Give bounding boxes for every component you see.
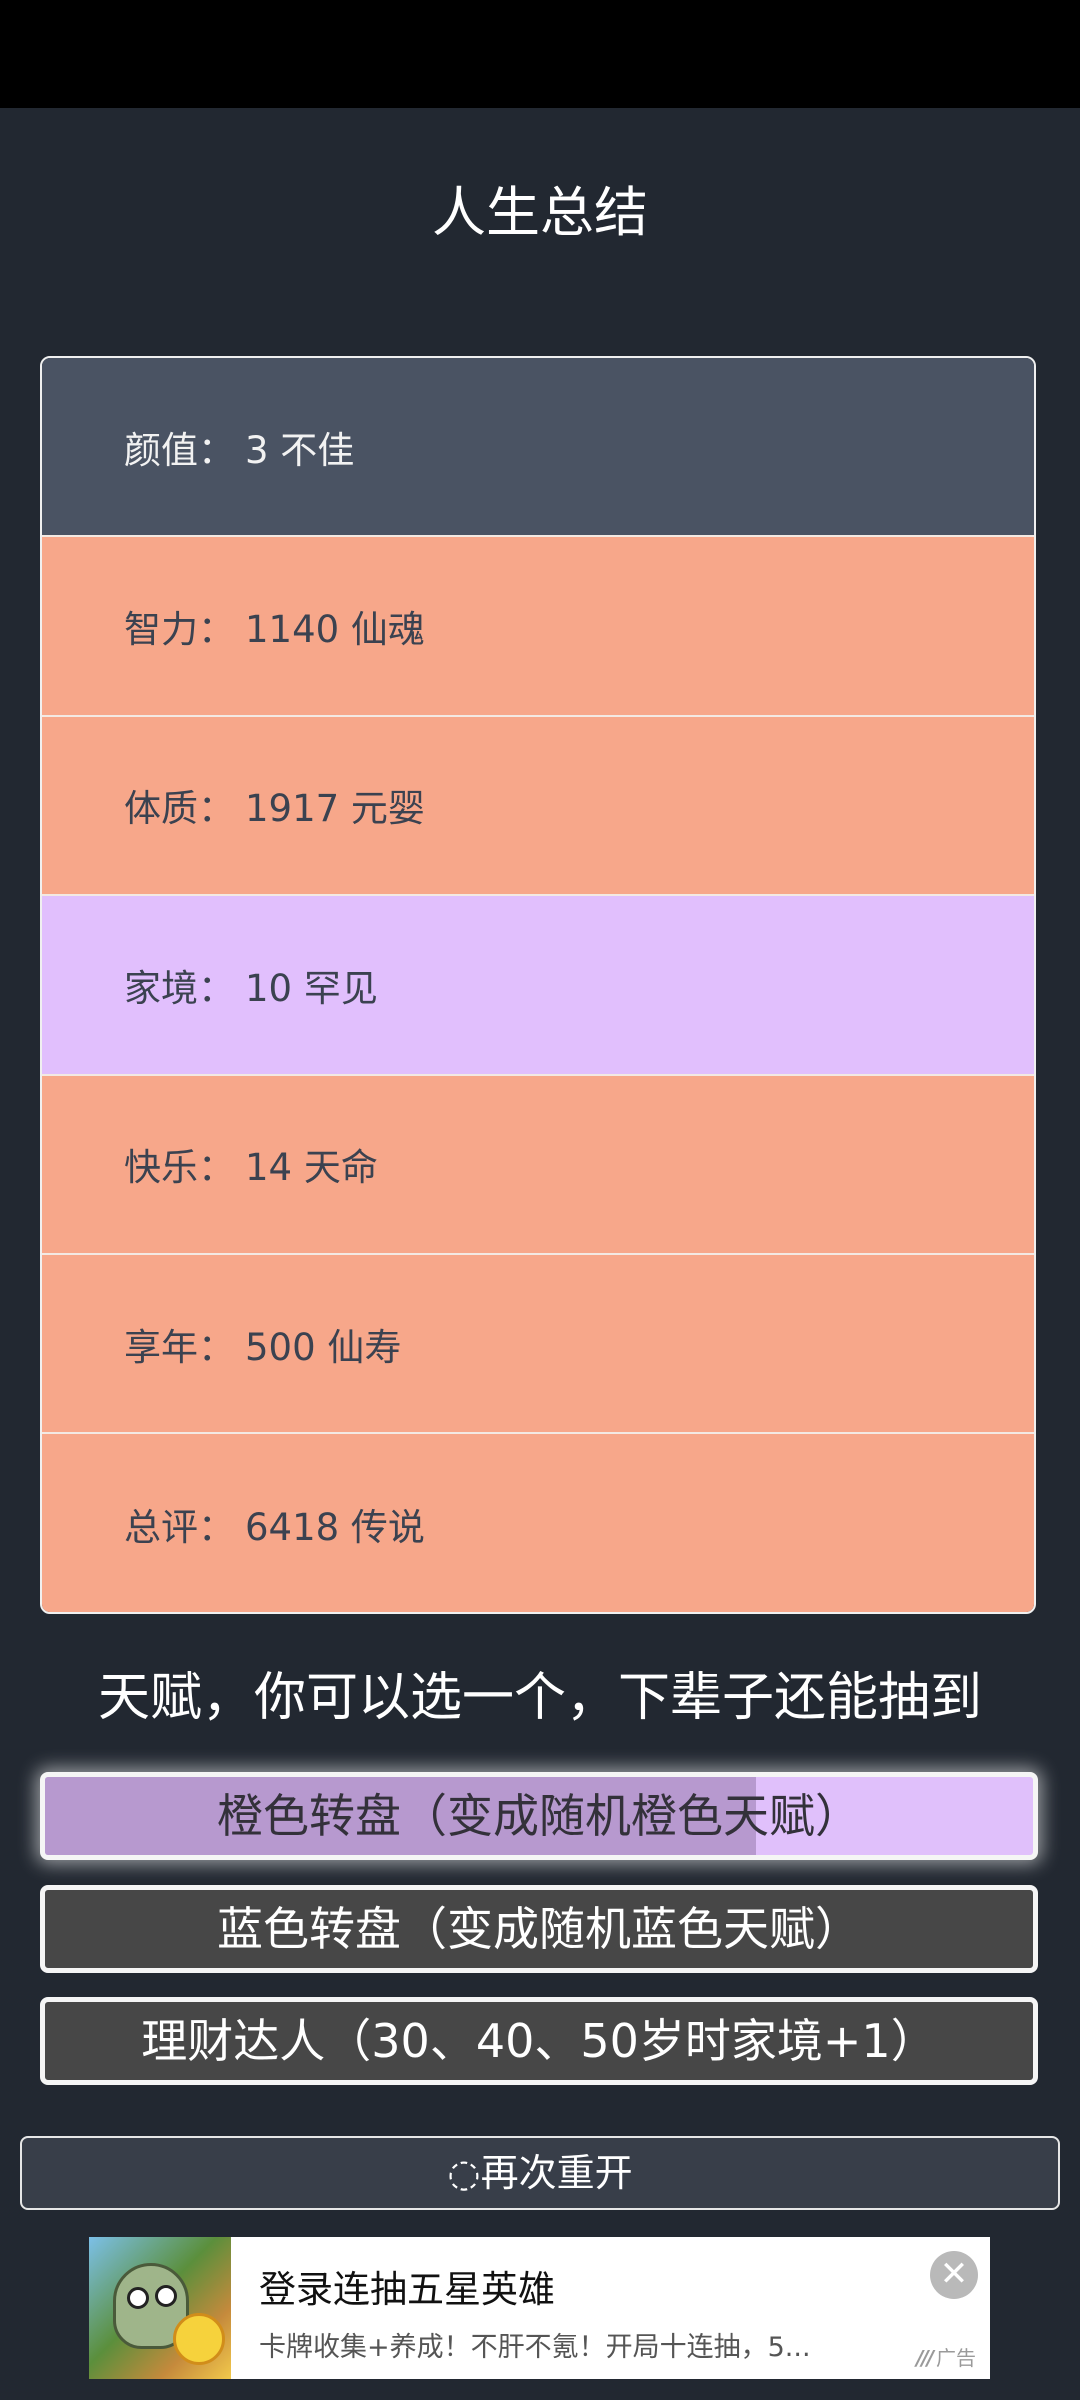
summary-value: 500 仙寿	[245, 1325, 402, 1369]
talent-label: 理财达人（30、40、50岁时家境+1）	[141, 2014, 937, 2068]
summary-label: 快乐	[124, 1146, 198, 1190]
flower-shape	[173, 2313, 225, 2365]
ad-banner[interactable]: 登录连抽五星英雄 卡牌收集+养成！不肝不氪！开局十连抽，5... ✕ ///广告	[89, 2237, 990, 2379]
zombie-eye-shape	[127, 2287, 149, 2309]
summary-value: 6418 传说	[245, 1506, 425, 1550]
summary-row-family: 家境： 10 罕见	[42, 896, 1034, 1076]
ad-description: 卡牌收集+养成！不肝不氪！开局十连抽，5...	[259, 2332, 811, 2363]
talent-option-orange-wheel[interactable]: 橙色转盘（变成随机橙色天赋）	[40, 1772, 1038, 1860]
talent-label: 橙色转盘（变成随机橙色天赋）	[217, 1789, 861, 1843]
summary-row-happiness: 快乐： 14 天命	[42, 1075, 1034, 1255]
page-title: 人生总结	[432, 181, 648, 244]
talent-option-blue-wheel[interactable]: 蓝色转盘（变成随机蓝色天赋）	[40, 1885, 1038, 1973]
summary-row-intelligence: 智力： 1140 仙魂	[42, 537, 1034, 717]
life-summary-table: 颜值： 3 不佳 智力： 1140 仙魂 体质： 1917 元婴 家境： 10 罕见 快…	[40, 356, 1036, 1614]
summary-separator: ：	[198, 1325, 235, 1369]
refresh-icon: ◌	[447, 2151, 481, 2195]
summary-value: 3 不佳	[245, 428, 355, 472]
summary-value: 14 天命	[245, 1146, 378, 1190]
ad-mark-icon: ///	[916, 2346, 934, 2370]
summary-separator: ：	[198, 966, 235, 1010]
summary-value: 1140 仙魂	[245, 608, 425, 652]
zombie-eye-shape	[155, 2285, 177, 2307]
status-bar	[0, 0, 1080, 108]
talent-heading: 天赋，你可以选一个，下辈子还能抽到	[97, 1668, 982, 1728]
summary-label: 家境	[124, 966, 198, 1010]
ad-thumbnail-image	[89, 2237, 231, 2379]
restart-label: 再次重开	[480, 2151, 633, 2195]
restart-button[interactable]: ◌再次重开	[20, 2136, 1060, 2210]
ad-title: 登录连抽五星英雄	[259, 2268, 555, 2311]
summary-row-appearance: 颜值： 3 不佳	[42, 358, 1034, 538]
summary-label: 享年	[124, 1325, 198, 1369]
summary-row-lifespan: 享年： 500 仙寿	[42, 1254, 1034, 1435]
summary-label: 体质	[124, 787, 198, 831]
summary-separator: ：	[198, 787, 235, 831]
close-icon[interactable]: ✕	[930, 2251, 978, 2299]
summary-row-constitution: 体质： 1917 元婴	[42, 716, 1034, 897]
talent-option-finance-expert[interactable]: 理财达人（30、40、50岁时家境+1）	[40, 1997, 1038, 2085]
talent-label: 蓝色转盘（变成随机蓝色天赋）	[217, 1902, 861, 1956]
summary-row-overall: 总评： 6418 传说	[42, 1434, 1034, 1612]
summary-separator: ：	[198, 1146, 235, 1190]
summary-separator: ：	[198, 428, 235, 472]
summary-separator: ：	[198, 1506, 235, 1550]
summary-label: 智力	[124, 608, 198, 652]
ad-tag-text: 广告	[936, 2346, 976, 2370]
ad-label: ///广告	[916, 2342, 976, 2371]
summary-separator: ：	[198, 608, 235, 652]
summary-value: 10 罕见	[245, 966, 378, 1010]
summary-label: 总评	[124, 1506, 198, 1550]
summary-value: 1917 元婴	[245, 787, 425, 831]
summary-label: 颜值	[124, 428, 198, 472]
